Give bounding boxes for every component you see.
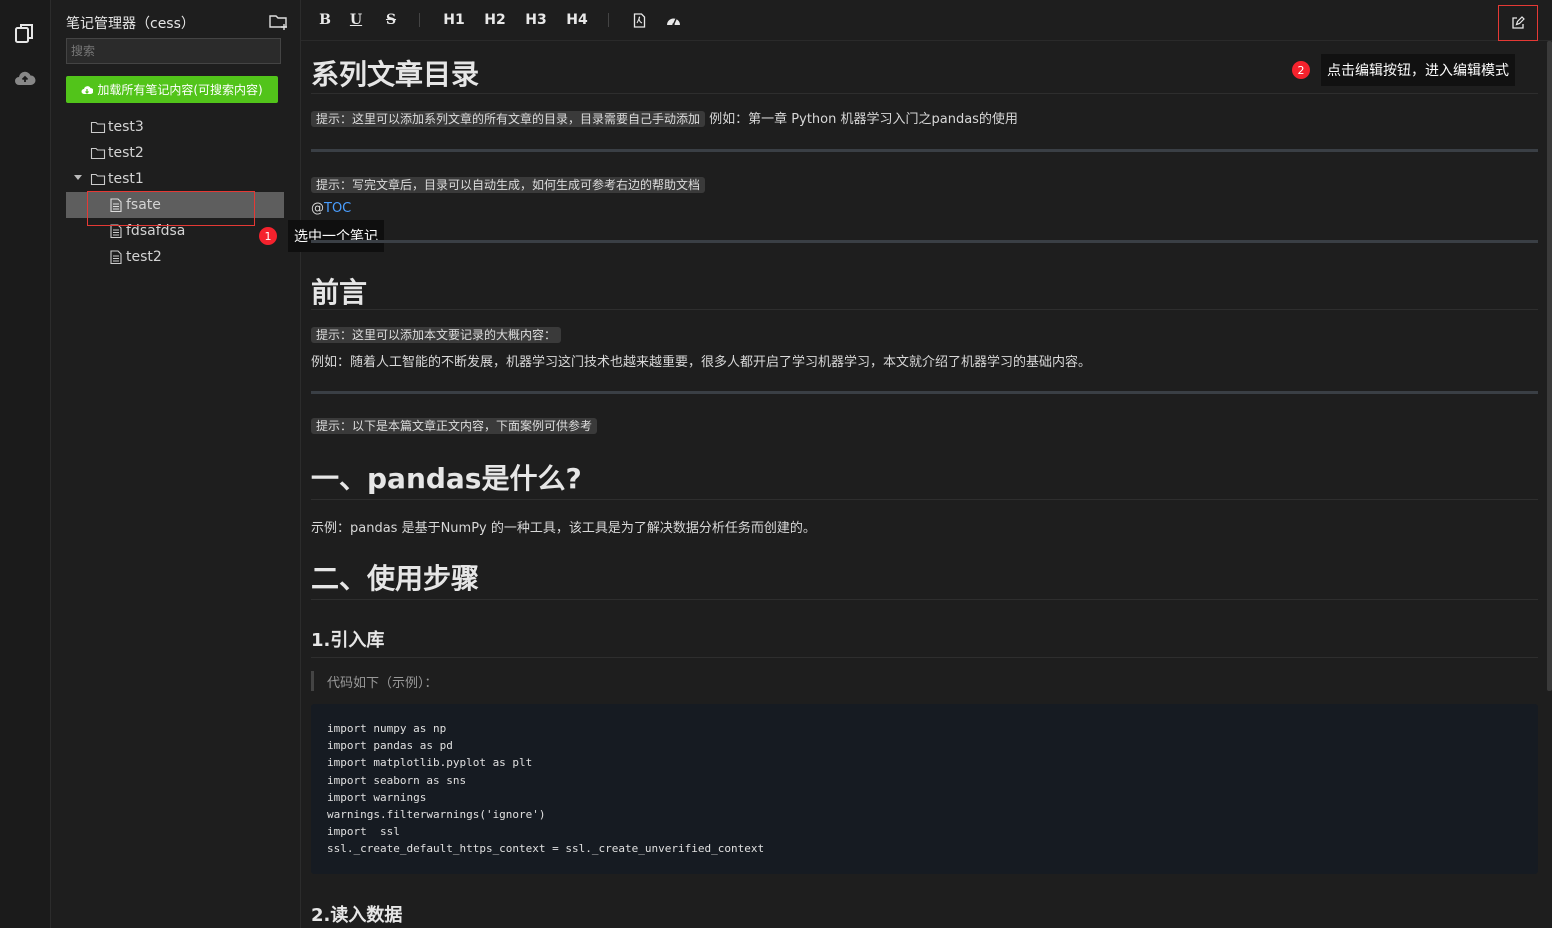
toolbar-separator — [419, 13, 420, 27]
edit-mode-button[interactable] — [1498, 5, 1538, 41]
bold-button[interactable]: B — [317, 10, 333, 30]
scrollbar-thumb[interactable] — [1547, 41, 1552, 691]
inline-tip: 提示：这里可以添加系列文章的所有文章的目录，目录需要自己手动添加 — [311, 111, 706, 127]
tree-note-test2[interactable]: test2 — [66, 244, 284, 270]
code-line: import matplotlib.pyplot as plt — [327, 756, 533, 770]
blockquote: 代码如下（示例）： — [311, 671, 438, 691]
sidebar-title: 笔记管理器（cess） — [66, 16, 195, 32]
load-all-notes-button[interactable]: 加载所有笔记内容(可搜索内容) — [66, 76, 278, 103]
dashboard-icon[interactable] — [665, 10, 681, 30]
heading-underline — [311, 93, 1538, 94]
code-line: warnings.filterwarnings('ignore') — [327, 808, 546, 822]
new-folder-icon[interactable] — [269, 13, 289, 31]
subheading-import: 1.引入库 — [311, 630, 385, 651]
h3-button[interactable]: H3 — [524, 10, 548, 30]
h1-button[interactable]: H1 — [442, 10, 466, 30]
heading-underline — [311, 657, 1538, 658]
tree-folder-test1[interactable]: test1 — [66, 166, 284, 192]
h4-button[interactable]: H4 — [565, 10, 589, 30]
caret-down-icon[interactable] — [74, 175, 82, 180]
activity-bar — [0, 0, 51, 928]
horizontal-rule — [311, 149, 1538, 152]
tip-example-text: 例如：第一章 Python 机器学习入门之pandas的使用 — [709, 112, 1018, 127]
inline-tip: 提示：写完文章后，目录可以自动生成，如何生成可参考右边的帮助文档 — [311, 177, 706, 193]
folder-icon — [90, 147, 106, 160]
code-line: ssl._create_default_https_context = ssl.… — [327, 842, 765, 856]
toolbar-separator — [608, 13, 609, 27]
inline-tip: 提示：以下是本篇文章正文内容，下面案例可供参考 — [311, 418, 598, 434]
tree-item-label: test2 — [108, 145, 144, 161]
load-all-notes-label: 加载所有笔记内容(可搜索内容) — [97, 83, 263, 97]
horizontal-rule — [311, 240, 1538, 243]
search-input[interactable] — [66, 38, 281, 64]
cloud-download-icon — [81, 85, 94, 94]
notes-copy-icon[interactable] — [13, 21, 37, 45]
section-heading-pandas: 一、pandas是什么? — [311, 462, 582, 495]
toc-at: @ — [311, 201, 324, 216]
doc-title: 系列文章目录 — [311, 58, 480, 91]
cloud-upload-icon[interactable] — [13, 66, 37, 90]
tree-folder-test2[interactable]: test2 — [66, 140, 284, 166]
pandas-text: 示例：pandas 是基于NumPy 的一种工具，该工具是为了解决数据分析任务而… — [311, 521, 816, 536]
strikethrough-button[interactable]: S — [383, 10, 399, 30]
note-sidebar: 笔记管理器（cess） 加载所有笔记内容(可搜索内容) test3 test2 … — [51, 0, 301, 928]
heading-underline — [311, 499, 1538, 500]
file-icon — [110, 250, 122, 264]
tree-item-label: test2 — [126, 249, 162, 265]
horizontal-rule — [311, 391, 1538, 394]
editor-toolbar: B U S H1 H2 H3 H4 — [301, 0, 1552, 41]
tree-folder-test3[interactable]: test3 — [66, 114, 284, 140]
section-heading-steps: 二、使用步骤 — [311, 562, 480, 595]
code-line: import ssl — [327, 825, 400, 839]
toc-line: @TOC — [311, 201, 351, 216]
heading-underline — [311, 309, 1538, 310]
preface-text: 例如：随着人工智能的不断发展，机器学习这门技术也越来越重要，很多人都开启了学习机… — [311, 355, 1092, 370]
underline-button[interactable]: U — [348, 10, 364, 30]
folder-icon — [90, 173, 106, 186]
markdown-preview: 系列文章目录 提示：这里可以添加系列文章的所有文章的目录，目录需要自己手动添加 … — [311, 41, 1538, 928]
code-line: import pandas as pd — [327, 739, 453, 753]
edit-icon — [1512, 16, 1525, 29]
file-icon — [110, 224, 122, 238]
heading-underline — [311, 599, 1538, 600]
tip-paragraph-3: 提示：这里可以添加本文要记录的大概内容： — [311, 326, 562, 343]
callout-badge-1: 1 — [259, 227, 277, 245]
code-block: import numpy as np import pandas as pd i… — [311, 704, 1538, 874]
inline-tip: 提示：这里可以添加本文要记录的大概内容： — [311, 327, 562, 343]
toc-link[interactable]: TOC — [324, 201, 351, 216]
preface-heading: 前言 — [311, 276, 368, 309]
tip-paragraph-4: 提示：以下是本篇文章正文内容，下面案例可供参考 — [311, 417, 598, 434]
code-line: import seaborn as sns — [327, 773, 467, 787]
tip-paragraph-2: 提示：写完文章后，目录可以自动生成，如何生成可参考右边的帮助文档 — [311, 176, 706, 193]
folder-icon — [90, 121, 106, 134]
code-line: import warnings — [327, 790, 427, 804]
tip-paragraph-1: 提示：这里可以添加系列文章的所有文章的目录，目录需要自己手动添加 例如：第一章 … — [311, 108, 1018, 127]
pdf-export-icon[interactable] — [631, 10, 647, 30]
h2-button[interactable]: H2 — [483, 10, 507, 30]
code-line: import numpy as np — [327, 722, 447, 735]
callout-highlight-note — [87, 191, 255, 226]
tree-item-label: test1 — [108, 171, 144, 187]
tree-item-label: test3 — [108, 119, 144, 135]
subheading-read-data: 2.读入数据 — [311, 905, 403, 926]
